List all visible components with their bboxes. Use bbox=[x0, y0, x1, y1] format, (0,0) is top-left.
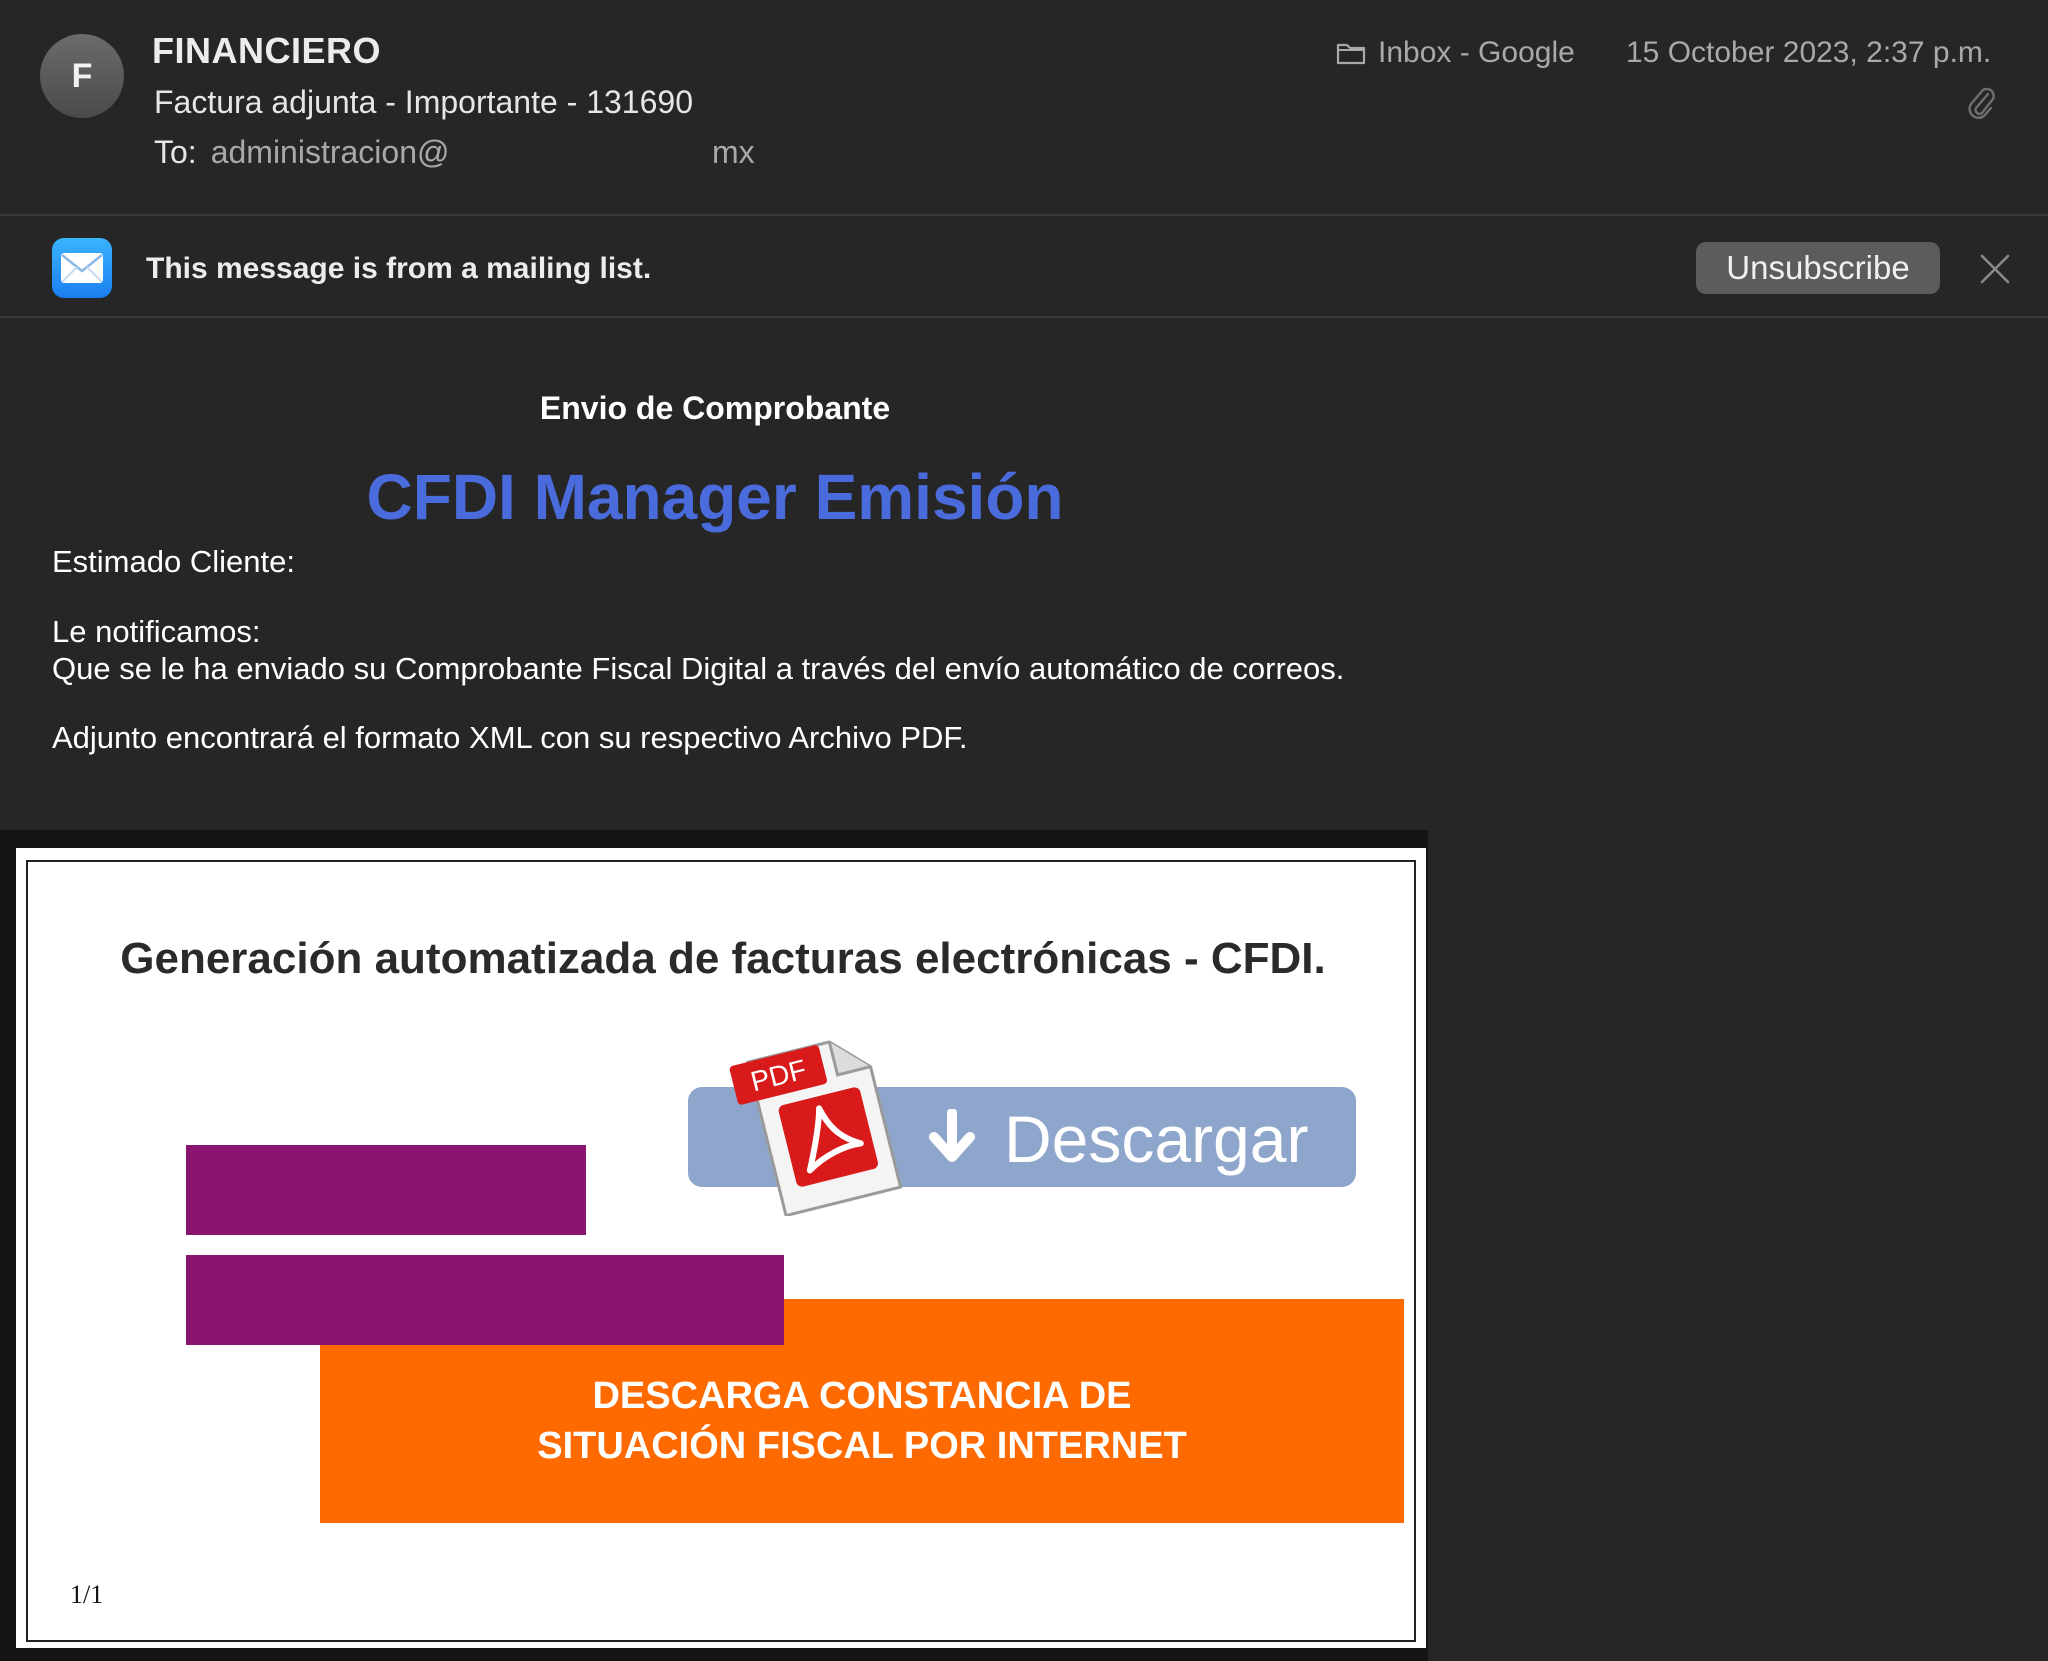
message-subject: Factura adjunta - Importante - 131690 bbox=[154, 84, 693, 120]
purple-bar-top bbox=[186, 1145, 586, 1235]
email-title: CFDI Manager Emisión bbox=[366, 461, 1064, 533]
mailbox-location[interactable]: Inbox - Google bbox=[1336, 36, 1575, 70]
page-number: 1/1 bbox=[70, 1580, 104, 1609]
attachment-note: Adjunto encontrará el formato XML con su… bbox=[52, 720, 968, 755]
image-heading: Generación automatizada de facturas elec… bbox=[120, 934, 1326, 983]
message-header: F FINANCIERO Factura adjunta - Important… bbox=[0, 0, 2048, 216]
pdf-file-icon: PDF bbox=[729, 1040, 903, 1216]
embedded-image-frame: Generación automatizada de facturas elec… bbox=[0, 830, 1428, 1661]
close-icon[interactable] bbox=[1978, 252, 2012, 286]
paperclip-icon[interactable] bbox=[1966, 86, 1996, 122]
folder-icon bbox=[1336, 43, 1366, 65]
notice-line-2: Que se le ha enviado su Comprobante Fisc… bbox=[52, 651, 1345, 686]
mailing-list-banner: This message is from a mailing list. Uns… bbox=[0, 218, 2048, 318]
mailbox-name: Inbox - Google bbox=[1378, 36, 1575, 69]
orange-banner-text: DESCARGA CONSTANCIA DE SITUACIÓN FISCAL … bbox=[272, 1371, 1452, 1471]
notice-line-1: Le notificamos: bbox=[52, 614, 261, 649]
avatar-initial: F bbox=[71, 56, 93, 95]
purple-bar-bottom bbox=[186, 1255, 784, 1345]
sender-avatar[interactable]: F bbox=[40, 34, 124, 118]
recipient-row: To: administracion@ bbox=[154, 134, 449, 171]
recipient-address[interactable]: administracion@ bbox=[211, 134, 450, 170]
mailing-list-notice: This message is from a mailing list. bbox=[146, 252, 652, 285]
image-border: Generación automatizada de facturas elec… bbox=[26, 860, 1416, 1642]
download-label: Descargar bbox=[1004, 1102, 1309, 1176]
to-label: To: bbox=[154, 134, 197, 170]
greeting-text: Estimado Cliente: bbox=[52, 544, 295, 579]
recipient-domain: mx bbox=[712, 134, 755, 170]
sender-name[interactable]: FINANCIERO bbox=[152, 30, 381, 72]
orange-line-1: DESCARGA CONSTANCIA DE bbox=[592, 1375, 1132, 1417]
email-heading: Envio de Comprobante bbox=[539, 390, 891, 426]
orange-line-2: SITUACIÓN FISCAL POR INTERNET bbox=[537, 1425, 1187, 1467]
embedded-image[interactable]: Generación automatizada de facturas elec… bbox=[16, 848, 1426, 1648]
download-arrow-icon bbox=[929, 1109, 975, 1162]
unsubscribe-button[interactable]: Unsubscribe bbox=[1696, 242, 1940, 294]
mail-envelope-icon bbox=[52, 238, 112, 298]
message-date: 15 October 2023, 2:37 p.m. bbox=[1626, 36, 1992, 69]
